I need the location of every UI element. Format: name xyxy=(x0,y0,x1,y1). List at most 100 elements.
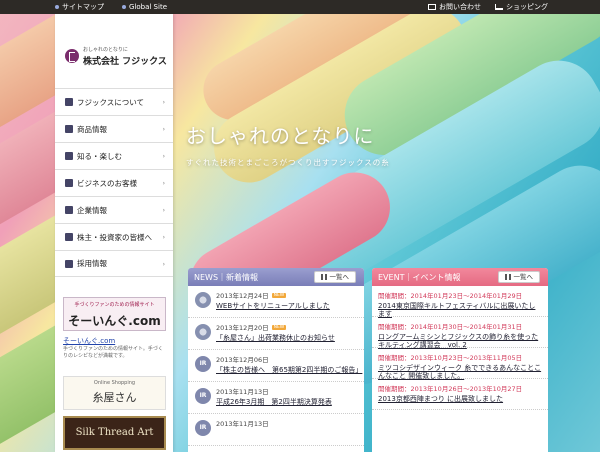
news-date: 2013年11月13日 xyxy=(216,388,269,396)
contact-label: お問い合わせ xyxy=(439,3,481,11)
news-item[interactable]: IR 2013年12月06日 「株主の皆様へ 第65期第2四半期のご報告」 xyxy=(188,350,364,382)
event-list-button[interactable]: 一覧へ xyxy=(497,271,540,283)
ir-icon: IR xyxy=(195,388,211,404)
news-title-link[interactable]: WEBサイトをリニューアルしました xyxy=(216,302,364,310)
nav-label: 知る・楽しむ xyxy=(77,151,122,161)
event-header: EVENT｜イベント情報 一覧へ xyxy=(372,268,548,286)
itoya-banner[interactable]: Online Shopping 糸屋さん xyxy=(63,376,166,410)
event-date: 開催期間：2014年01月30日〜2014年01月31日 xyxy=(378,323,523,331)
chevron-right-icon: › xyxy=(162,207,165,214)
sitemap-label: サイトマップ xyxy=(62,3,104,11)
chevron-right-icon: › xyxy=(162,234,165,241)
nav-item-business[interactable]: ビジネスのお客様 › xyxy=(55,169,173,196)
news-item[interactable]: 2013年12月20日 NEW 「糸屋さん」出荷業務休止のお知らせ xyxy=(188,318,364,350)
nav-item-company[interactable]: 企業情報 › xyxy=(55,196,173,223)
sitemap-link[interactable]: サイトマップ xyxy=(55,0,104,14)
bullet-icon xyxy=(122,5,126,9)
news-list-button[interactable]: 一覧へ xyxy=(313,271,356,283)
grid-icon xyxy=(320,274,327,280)
chevron-right-icon: › xyxy=(162,261,165,268)
news-title-link[interactable]: 「株主の皆様へ 第65期第2四半期のご報告」 xyxy=(216,366,364,374)
products-icon xyxy=(65,125,73,133)
news-panel: NEWS｜新着情報 一覧へ 2013年12月24日 NEW WEBサイトをリニュー… xyxy=(188,268,364,452)
main-nav: フジックスについて › 商品情報 › 知る・楽しむ › ビジネスのお客様 › 企業情報 ›… xyxy=(55,88,173,277)
chevron-right-icon: › xyxy=(162,126,165,133)
top-bar: サイトマップ Global Site お問い合わせ ショッピング xyxy=(0,0,600,14)
news-date: 2013年11月13日 xyxy=(216,420,269,428)
mail-icon xyxy=(428,4,436,10)
logo-tagline: おしゃれのとなりに xyxy=(83,47,128,53)
chevron-right-icon: › xyxy=(162,180,165,187)
news-title-link[interactable]: 平成26年3月期 第2四半期決算発表 xyxy=(216,398,364,406)
new-badge: NEW xyxy=(271,292,287,298)
contact-link[interactable]: お問い合わせ xyxy=(428,0,481,14)
nav-item-about[interactable]: フジックスについて › xyxy=(55,88,173,115)
news-date: 2013年12月20日 xyxy=(216,324,269,332)
soing-banner-caption: 手づくりファンのための情報サイト xyxy=(74,302,155,308)
shopping-link[interactable]: ショッピング xyxy=(495,0,548,14)
sidebar: おしゃれのとなりに 株式会社 フジックス フジックスについて › 商品情報 › 知る… xyxy=(55,14,173,452)
new-badge: NEW xyxy=(271,324,287,330)
hero-caption: おしゃれのとなりに すぐれた技術とまごころがつくり出すフジックスの糸 xyxy=(186,120,390,168)
investor-icon xyxy=(65,233,73,241)
event-heading: EVENT｜イベント情報 xyxy=(378,272,461,282)
thread-spool-icon xyxy=(195,292,211,308)
silk-banner-title: Silk Thread Art xyxy=(75,427,154,438)
company-icon xyxy=(65,206,73,214)
soing-description: 手づくりファンのための情報サイト。手づくりのレシピなどが満載です。 xyxy=(63,346,163,359)
nav-item-investors[interactable]: 株主・投資家の皆様へ › xyxy=(55,223,173,250)
logo-company-name: 株式会社 フジックス xyxy=(83,57,167,67)
bullet-icon xyxy=(55,5,59,9)
fujix-icon xyxy=(65,98,73,106)
ir-icon: IR xyxy=(195,356,211,372)
event-title-link[interactable]: 2013京都西陣まつり に出展致しました xyxy=(378,395,542,403)
site-logo[interactable]: おしゃれのとなりに 株式会社 フジックス xyxy=(65,42,167,72)
event-date: 開催期間：2014年01月23日〜2014年01月29日 xyxy=(378,292,523,300)
news-header: NEWS｜新着情報 一覧へ xyxy=(188,268,364,286)
global-site-label: Global Site xyxy=(129,3,167,11)
news-item[interactable]: 2013年12月24日 NEW WEBサイトをリニューアルしました xyxy=(188,286,364,318)
event-item[interactable]: 開催期間：2013年10月26日〜2013年10月27日 2013京都西陣まつり… xyxy=(372,379,548,410)
news-date: 2013年12月06日 xyxy=(216,356,269,364)
event-list-button-label: 一覧へ xyxy=(513,272,534,281)
chevron-right-icon: › xyxy=(162,99,165,106)
learn-icon xyxy=(65,152,73,160)
nav-label: ビジネスのお客様 xyxy=(77,178,137,188)
itoya-banner-title: 糸屋さん xyxy=(92,391,137,404)
event-item[interactable]: 開催期間：2014年01月30日〜2014年01月31日 ロングアームミシンとフ… xyxy=(372,317,548,349)
itoya-banner-caption: Online Shopping xyxy=(93,380,136,386)
cart-icon xyxy=(495,4,503,10)
event-item[interactable]: 開催期間：2013年10月23日〜2013年11月05日 ミツコシデザインウィー… xyxy=(372,348,548,380)
nav-item-learn[interactable]: 知る・楽しむ › xyxy=(55,142,173,169)
news-item[interactable]: IR 2013年11月13日 xyxy=(188,414,364,446)
nav-label: フジックスについて xyxy=(77,97,145,107)
nav-item-recruit[interactable]: 採用情報 › xyxy=(55,250,173,277)
nav-label: 採用情報 xyxy=(77,259,107,268)
nav-label: 企業情報 xyxy=(77,205,107,215)
business-icon xyxy=(65,179,73,187)
event-item[interactable]: 開催期間：2014年01月23日〜2014年01月29日 2014東京国際キルト… xyxy=(372,286,548,318)
thread-spool-icon xyxy=(195,324,211,340)
news-list-button-label: 一覧へ xyxy=(329,272,350,281)
hero-catchphrase: おしゃれのとなりに xyxy=(186,124,375,148)
recruit-icon xyxy=(65,259,73,268)
news-title-link[interactable]: 「糸屋さん」出荷業務休止のお知らせ xyxy=(216,334,364,342)
soing-banner-title: そーいんぐ.com xyxy=(68,314,161,328)
nav-item-products[interactable]: 商品情報 › xyxy=(55,115,173,142)
event-title-link[interactable]: ミツコシデザインウィーク 糸でできるあんなことこんなこと 開催致しました。 xyxy=(378,364,542,380)
soing-banner[interactable]: 手づくりファンのための情報サイト そーいんぐ.com xyxy=(63,297,166,331)
hero-subtitle: すぐれた技術とまごころがつくり出すフジックスの糸 xyxy=(186,158,390,167)
soing-link[interactable]: そーいんぐ.com xyxy=(63,336,167,346)
event-title-link[interactable]: ロングアームミシンとフジックスの飾り糸を使ったキルティング講習会 vol. 2 xyxy=(378,333,542,349)
nav-label: 株主・投資家の皆様へ xyxy=(77,232,152,242)
ir-icon: IR xyxy=(195,420,211,436)
fujix-logo-icon xyxy=(65,49,79,63)
nav-label: 商品情報 xyxy=(77,124,107,134)
global-site-link[interactable]: Global Site xyxy=(122,0,167,14)
chevron-right-icon: › xyxy=(162,153,165,160)
event-panel: EVENT｜イベント情報 一覧へ 開催期間：2014年01月23日〜2014年0… xyxy=(372,268,548,452)
silk-thread-art-banner[interactable]: Silk Thread Art xyxy=(63,416,166,450)
news-date: 2013年12月24日 xyxy=(216,292,269,300)
event-title-link[interactable]: 2014東京国際キルトフェスティバルに出展いたします xyxy=(378,302,542,318)
news-item[interactable]: IR 2013年11月13日 平成26年3月期 第2四半期決算発表 xyxy=(188,382,364,414)
